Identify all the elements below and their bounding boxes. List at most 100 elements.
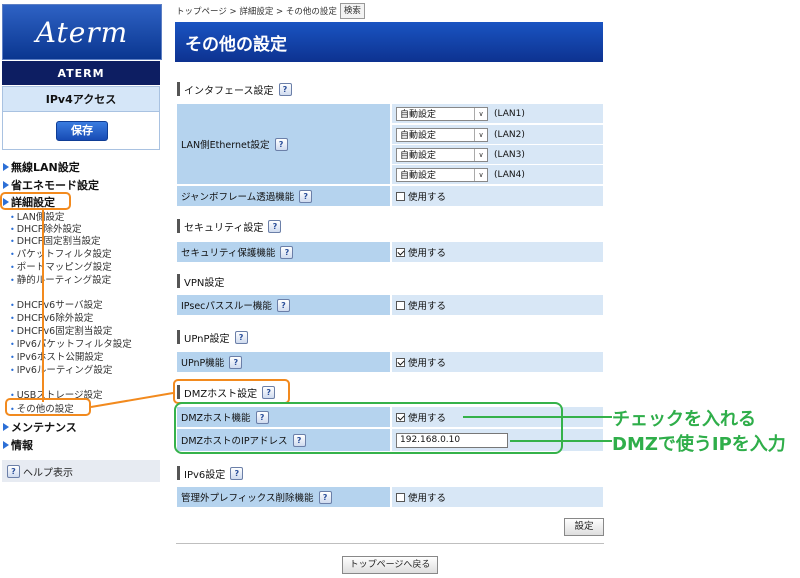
nav-maintenance[interactable]: メンテナンス (3, 420, 77, 434)
chevron-down-icon: ∨ (474, 168, 487, 181)
chevron-down-icon: ∨ (474, 107, 487, 120)
nav-sub-packet-filter[interactable]: パケットフィルタ設定 (10, 249, 112, 261)
upnp-checkbox[interactable] (396, 357, 405, 367)
row-label: セキュリティ保護機能 (181, 248, 276, 259)
triangle-right-icon (3, 423, 9, 431)
ipsec-passthrough-label: IPsecパススルー機能 ? (177, 295, 390, 315)
breadcrumb: トップページ > 詳細設定 > その他の設定 検索 (176, 3, 365, 19)
row-label: UPnP機能 (181, 358, 225, 369)
nav-sub-ipv6-routing[interactable]: IPv6ルーティング設定 (10, 365, 113, 377)
question-icon[interactable]: ? (268, 219, 282, 233)
select-value: 自動設定 (400, 131, 437, 141)
lan3-select[interactable]: 自動設定 ∨ (396, 147, 488, 162)
nav-sub-dhcpv6-exclude[interactable]: DHCPv6除外設定 (10, 313, 94, 325)
nav-sub-port-mapping[interactable]: ポートマッピング設定 (10, 262, 112, 274)
lan4-select[interactable]: 自動設定 ∨ (396, 167, 488, 182)
row-label: ジャンボフレーム透過機能 (181, 192, 295, 203)
lan3-row: 自動設定 ∨ (LAN3) (392, 145, 603, 164)
ip-note: DMZで使うIPを入力 (612, 434, 786, 455)
nav-label: メンテナンス (11, 421, 77, 434)
nav-eco-mode[interactable]: 省エネモード設定 (3, 178, 99, 192)
section-title: UPnP設定 (184, 333, 230, 345)
settings-button[interactable]: 設定 (564, 518, 604, 536)
back-to-top-button[interactable]: トップページへ戻る (342, 556, 438, 574)
section-interface: インタフェース設定 ? (177, 82, 292, 97)
highlight-dmz-rows (174, 402, 563, 454)
checkbox-label: 使用する (408, 192, 447, 203)
section-upnp: UPnP設定 ? (177, 330, 248, 345)
jumbo-frame-value: 使用する (392, 186, 603, 206)
lan2-select[interactable]: 自動設定 ∨ (396, 127, 488, 142)
lan4-label: (LAN4) (494, 169, 525, 180)
question-icon[interactable]: ? (278, 82, 292, 96)
row-label: LAN側Ethernet設定 (181, 140, 270, 151)
lan1-select[interactable]: 自動設定 ∨ (396, 106, 488, 121)
section-title: IPv6設定 (184, 469, 226, 481)
lan1-label: (LAN1) (494, 108, 525, 119)
nav-sub-ipv6-packet-filter[interactable]: IPv6パケットフィルタ設定 (10, 339, 132, 351)
nav-sub-ipv6-host[interactable]: IPv6ホスト公開設定 (10, 352, 104, 364)
checkbox-label: 使用する (408, 358, 447, 369)
section-title: VPN設定 (184, 277, 225, 289)
help-toggle[interactable]: ? ヘルプ表示 (2, 460, 160, 482)
breadcrumb-text: トップページ > 詳細設定 > その他の設定 (176, 7, 337, 17)
divider (176, 543, 604, 544)
security-protect-checkbox[interactable] (396, 247, 405, 257)
prefix-delete-checkbox[interactable] (396, 492, 405, 502)
question-icon[interactable]: ? (299, 189, 313, 203)
triangle-right-icon (3, 181, 9, 189)
checkbox-label: 使用する (408, 301, 447, 312)
access-mode: IPv4アクセス (2, 86, 160, 112)
question-icon[interactable]: ? (274, 137, 288, 151)
upnp-label: UPnP機能 ? (177, 352, 390, 372)
lan2-row: 自動設定 ∨ (LAN2) (392, 125, 603, 144)
row-label: IPsecパススルー機能 (181, 301, 272, 312)
nav-sub-lan[interactable]: LAN側設定 (10, 212, 65, 224)
nav-label: 無線LAN設定 (11, 161, 80, 174)
ipsec-passthrough-value: 使用する (392, 295, 603, 315)
select-value: 自動設定 (400, 110, 437, 120)
upnp-value: 使用する (392, 352, 603, 372)
page-title: その他の設定 (175, 22, 603, 62)
nav-wireless-lan[interactable]: 無線LAN設定 (3, 160, 80, 174)
section-ipv6: IPv6設定 ? (177, 466, 244, 481)
nav-sub-dhcpv6-fixed[interactable]: DHCPv6固定割当設定 (10, 326, 113, 338)
section-title: インタフェース設定 (184, 85, 274, 97)
ipsec-passthrough-checkbox[interactable] (396, 300, 405, 310)
save-button[interactable]: 保存 (56, 121, 108, 141)
product-name: ATERM (2, 61, 160, 85)
jumbo-frame-label: ジャンボフレーム透過機能 ? (177, 186, 390, 206)
nav-sub-dhcp-fixed[interactable]: DHCP固定割当設定 (10, 236, 101, 248)
nav-info[interactable]: 情報 (3, 438, 33, 452)
help-label: ヘルプ表示 (23, 467, 73, 479)
section-vpn: VPN設定 (177, 274, 225, 289)
chevron-down-icon: ∨ (474, 128, 487, 141)
question-icon[interactable]: ? (234, 330, 248, 344)
highlight-other-settings (5, 398, 91, 416)
sidebar: Aterm ATERM IPv4アクセス 保存 無線LAN設定 省エネモード設定… (0, 0, 163, 578)
triangle-right-icon (3, 441, 9, 449)
nav-sub-dhcpv6-server[interactable]: DHCPv6サーバ設定 (10, 300, 103, 312)
question-icon[interactable]: ? (318, 490, 332, 504)
section-security: セキュリティ設定 ? (177, 219, 282, 234)
check-note: チェックを入れる (612, 409, 756, 430)
question-icon[interactable]: ? (280, 245, 294, 259)
question-icon[interactable]: ? (276, 298, 290, 312)
lan-ethernet-label: LAN側Ethernet設定 ? (177, 104, 390, 184)
highlight-advanced (0, 192, 71, 210)
save-area: 保存 (2, 112, 160, 150)
triangle-right-icon (3, 163, 9, 171)
nav-label: 情報 (11, 439, 33, 452)
lan3-label: (LAN3) (494, 149, 525, 160)
lan4-row: 自動設定 ∨ (LAN4) (392, 165, 603, 184)
nav-label: 省エネモード設定 (11, 179, 99, 192)
question-icon[interactable]: ? (230, 466, 244, 480)
prefix-delete-value: 使用する (392, 487, 603, 507)
question-icon[interactable]: ? (229, 355, 243, 369)
nav-sub-static-routing[interactable]: 静的ルーティング設定 (10, 275, 111, 287)
select-value: 自動設定 (400, 171, 437, 181)
jumbo-frame-checkbox[interactable] (396, 191, 405, 201)
search-button[interactable]: 検索 (339, 3, 365, 19)
row-label: 管理外プレフィックス削除機能 (181, 493, 314, 504)
nav-sub-dhcp-exclude[interactable]: DHCP除外設定 (10, 224, 82, 236)
